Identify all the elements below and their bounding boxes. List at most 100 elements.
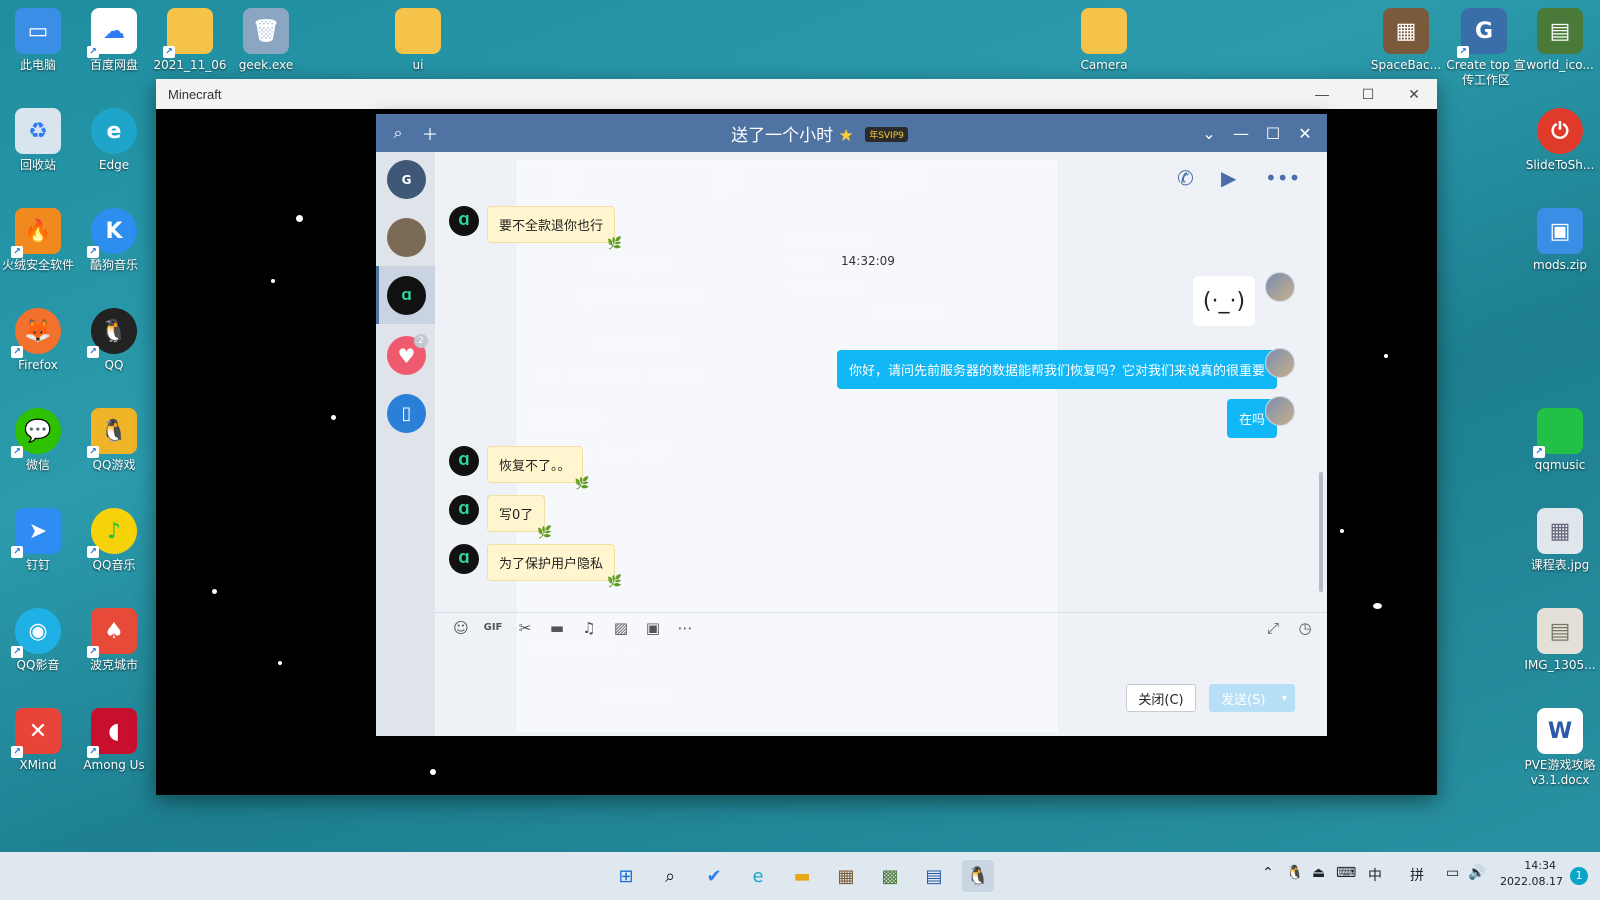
desktop-icon-recycle-bin[interactable]: ♻ 回收站 xyxy=(0,108,76,173)
video-call-icon[interactable]: ▶ xyxy=(1221,166,1236,190)
desktop-icon-poker-city[interactable]: ♠ ↗ 波克城市 xyxy=(76,608,152,673)
avatar[interactable]: Ɑ xyxy=(449,446,479,476)
desktop-icon-camera-folder[interactable]: Camera xyxy=(1066,8,1142,73)
message-incoming: Ɑ 写0了 xyxy=(449,495,553,539)
maximize-button[interactable]: ☐ xyxy=(1257,124,1289,143)
clock[interactable]: 14:34 2022.08.17 xyxy=(1500,858,1563,890)
message-bubble[interactable]: 要不全款退你也行 xyxy=(487,206,622,250)
conversation-current[interactable]: Ɑ xyxy=(387,276,426,315)
todo-icon[interactable]: ✔ xyxy=(698,860,730,892)
avatar[interactable]: Ɑ xyxy=(449,206,479,236)
folder-icon[interactable]: ▬ xyxy=(541,619,573,637)
qq-titlebar[interactable]: ⌕ ＋ 送了一个小时 ★ 年SVIP9 ⌄ — ☐ ✕ xyxy=(376,114,1327,152)
qq-game-icon: 🐧 ↗ xyxy=(87,408,137,458)
scissors-icon[interactable]: ✂ xyxy=(509,619,541,637)
desktop-icon-pve-docx[interactable]: W PVE游戏攻略 v3.1.docx xyxy=(1516,708,1600,788)
expand-icon[interactable]: ⤢ xyxy=(1257,619,1289,637)
maximize-button[interactable]: ☐ xyxy=(1345,79,1391,109)
close-button[interactable]: ✕ xyxy=(1289,124,1321,143)
search-icon[interactable]: ⌕ xyxy=(382,123,414,143)
avatar[interactable] xyxy=(1265,396,1295,426)
avatar[interactable] xyxy=(1265,272,1295,302)
chevron-down-icon[interactable]: ⌄ xyxy=(1193,124,1225,143)
keyboard-icon[interactable]: ⌨ xyxy=(1336,865,1356,881)
send-button[interactable]: 发送(S) ▾ xyxy=(1209,684,1295,712)
desktop-icon-xmind[interactable]: ✕ ↗ XMind xyxy=(0,708,76,773)
minecraft-titlebar[interactable]: Minecraft — ☐ ✕ xyxy=(156,79,1437,109)
desktop-icon-ui-folder[interactable]: ui xyxy=(380,8,456,73)
message-bubble[interactable]: 写0了 xyxy=(487,495,553,539)
message-bubble[interactable]: 为了保护用户隐私 xyxy=(487,544,622,588)
desktop-icon-spaceback[interactable]: ▦ SpaceBac... xyxy=(1368,8,1444,73)
desktop-icon-schedule-jpg[interactable]: ▦ 课程表.jpg xyxy=(1522,508,1598,573)
dingtalk-icon: ➤ ↗ xyxy=(11,508,61,558)
more-icon[interactable]: ••• xyxy=(1265,166,1300,190)
minimize-button[interactable]: — xyxy=(1299,79,1345,109)
phone-call-icon[interactable]: ✆ xyxy=(1177,166,1194,190)
desktop-icon-this-pc[interactable]: ▭ 此电脑 xyxy=(0,8,76,73)
conversation-group[interactable] xyxy=(387,218,426,257)
start-icon[interactable]: ⊞ xyxy=(610,860,642,892)
screen-icon[interactable]: ▣ xyxy=(637,619,669,637)
close-chat-button[interactable]: 关闭(C) xyxy=(1126,684,1196,712)
search-icon[interactable]: ⌕ xyxy=(654,860,686,892)
desktop-icon-qq-player[interactable]: ◉ ↗ QQ影音 xyxy=(0,608,76,673)
ime-pinyin[interactable]: 拼 xyxy=(1410,865,1424,885)
desktop-icon-create-top[interactable]: G ↗ Create top 宣传工作区 xyxy=(1446,8,1526,88)
sticker-message[interactable]: (·_·) xyxy=(1193,276,1255,326)
desktop-icon-firefox[interactable]: 🦊 ↗ Firefox xyxy=(0,308,76,373)
desktop-icon-edge[interactable]: e Edge xyxy=(76,108,152,173)
chest-icon[interactable]: ▦ xyxy=(830,860,862,892)
edge-icon[interactable]: e xyxy=(742,860,774,892)
message-bubble[interactable]: 恢复不了。。 xyxy=(487,446,589,490)
desktop-icon-qq-music[interactable]: ♪ ↗ QQ音乐 xyxy=(76,508,152,573)
conversation-create-top[interactable]: G xyxy=(387,160,426,199)
volume-icon[interactable]: 🔊 xyxy=(1468,865,1485,881)
desktop-icon-among-us[interactable]: ◖ ↗ Among Us xyxy=(76,708,152,773)
desktop-icon-slidetoshutdown[interactable]: ⏻ SlideToSh... xyxy=(1522,108,1598,173)
more-icon[interactable]: ⋯ xyxy=(669,619,701,637)
world-icon: ▤ xyxy=(1537,8,1583,54)
usb-icon[interactable]: ⏏ xyxy=(1312,865,1325,881)
chevron-up-icon[interactable]: ⌃ xyxy=(1262,865,1274,881)
folder-icon xyxy=(1081,8,1127,54)
mic-icon[interactable]: ♫ xyxy=(573,619,605,637)
message-bubble[interactable]: 你好，请问先前服务器的数据能帮我们恢复吗？它对我们来说真的很重要 xyxy=(836,350,1277,389)
snow-particle xyxy=(296,215,303,222)
desktop-icon-baidu[interactable]: ☁ ↗ 百度网盘 xyxy=(76,8,152,73)
chevron-down-icon[interactable]: ▾ xyxy=(1282,693,1287,704)
qq-chat-window[interactable]: ⌕ ＋ 送了一个小时 ★ 年SVIP9 ⌄ — ☐ ✕ G Ɑ ♥ 2 ▯ 世界… xyxy=(376,114,1327,736)
desktop-icon-wechat[interactable]: 💬 ↗ 微信 xyxy=(0,408,76,473)
emoji-icon[interactable]: ☺ xyxy=(445,619,477,637)
notification-badge[interactable]: 1 xyxy=(1570,867,1588,885)
file-explorer-icon[interactable]: ▬ xyxy=(786,860,818,892)
desktop-icon-qqmusic-folder[interactable]: ↗ qqmusic xyxy=(1522,408,1598,473)
minecraft-icon[interactable]: ▩ xyxy=(874,860,906,892)
desktop-icon-kugou[interactable]: K ↗ 酷狗音乐 xyxy=(76,208,152,273)
qq-tray-icon[interactable]: 🐧 xyxy=(1286,865,1303,881)
gif-icon[interactable]: GIF xyxy=(477,622,509,633)
avatar[interactable]: Ɑ xyxy=(449,544,479,574)
desktop-icon-qq-game[interactable]: 🐧 ↗ QQ游戏 xyxy=(76,408,152,473)
minimize-button[interactable]: — xyxy=(1225,124,1257,143)
desktop-icon-mods-zip[interactable]: ▣ mods.zip xyxy=(1522,208,1598,273)
avatar[interactable]: Ɑ xyxy=(449,495,479,525)
conversation-device[interactable]: ▯ xyxy=(387,394,426,433)
desktop-icon-img-1305[interactable]: ▤ IMG_1305... xyxy=(1522,608,1598,673)
qq-icon[interactable]: 🐧 xyxy=(962,860,994,892)
desktop-icon-folder-2021[interactable]: ↗ 2021_11_06 xyxy=(152,8,228,73)
desktop-icon-geek[interactable]: 🗑 geek.exe xyxy=(228,8,304,73)
desktop-icon-world[interactable]: ▤ world_ico... xyxy=(1522,8,1598,73)
network-icon[interactable]: ▤ xyxy=(918,860,950,892)
close-button[interactable]: ✕ xyxy=(1391,79,1437,109)
chat-scrollbar[interactable] xyxy=(1319,472,1323,592)
ime-chinese[interactable]: 中 xyxy=(1368,865,1382,885)
add-icon[interactable]: ＋ xyxy=(414,121,446,145)
history-icon[interactable]: ◷ xyxy=(1289,619,1321,637)
avatar[interactable] xyxy=(1265,348,1295,378)
desktop-icon-qq[interactable]: 🐧 ↗ QQ xyxy=(76,308,152,373)
image-icon[interactable]: ▨ xyxy=(605,619,637,637)
desktop-icon-dingtalk[interactable]: ➤ ↗ 钉钉 xyxy=(0,508,76,573)
desktop-icon-huorong[interactable]: 🔥 ↗ 火绒安全软件 xyxy=(0,208,76,273)
network-icon[interactable]: ▭ xyxy=(1446,865,1459,881)
